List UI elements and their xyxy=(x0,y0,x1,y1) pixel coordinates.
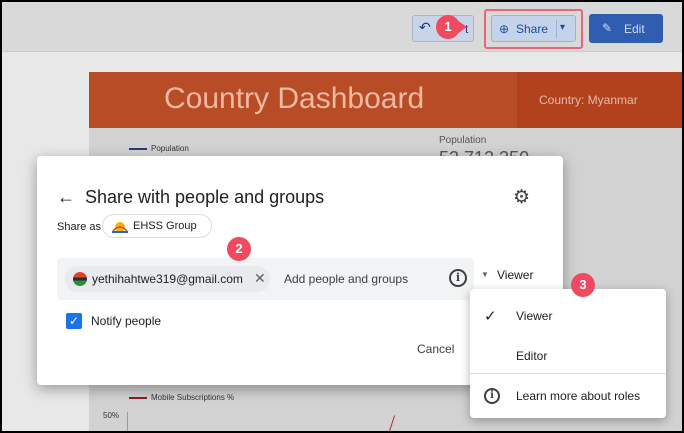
caret-down-icon: ▼ xyxy=(481,270,489,279)
population-legend: Population xyxy=(151,144,189,153)
role-select-value: Viewer xyxy=(497,268,534,282)
check-icon: ✓ xyxy=(484,308,497,325)
population-scorecard-label: Population xyxy=(439,135,487,146)
country-filter-label: Country: Myanmar xyxy=(539,93,638,107)
info-icon[interactable]: i xyxy=(449,269,467,287)
role-option-viewer[interactable]: ✓ Viewer xyxy=(470,297,666,335)
menu-divider xyxy=(470,373,666,374)
notify-checkbox[interactable]: ✓ xyxy=(66,313,82,329)
recipient-email: yethihahtwe319@gmail.com xyxy=(92,272,243,286)
role-select[interactable]: ▼ Viewer xyxy=(481,268,541,288)
population-legend-swatch xyxy=(129,148,147,150)
undo-icon: ↶ xyxy=(419,19,431,35)
step-badge-1: 1 xyxy=(436,15,460,39)
recipient-chip[interactable]: yethihahtwe319@gmail.com ✕ xyxy=(65,266,270,292)
notify-label: Notify people xyxy=(91,314,162,328)
info-icon: i xyxy=(484,388,500,404)
add-people-input[interactable] xyxy=(284,272,434,286)
mobile-chart-line xyxy=(387,415,396,431)
country-filter[interactable]: Country: Myanmar xyxy=(517,72,682,128)
share-as-label: Share as xyxy=(57,221,102,233)
step-badge-2: 2 xyxy=(227,237,251,261)
role-option-label: Editor xyxy=(516,349,548,363)
group-chip[interactable]: EHSS Group xyxy=(102,214,212,238)
avatar xyxy=(73,272,87,286)
close-icon[interactable]: ✕ xyxy=(254,270,266,287)
pencil-icon: ✎ xyxy=(602,21,613,35)
share-highlight-box xyxy=(484,9,583,49)
screenshot-frame: ↶ t ⊕ Share ▾ ✎ Edit 1 Country Dashboard… xyxy=(0,0,684,433)
group-logo-icon xyxy=(112,222,128,233)
role-option-editor[interactable]: Editor xyxy=(470,337,666,375)
dashboard-title: Country Dashboard xyxy=(164,82,425,115)
mobile-chart-axis xyxy=(127,412,128,431)
learn-more-link[interactable]: i Learn more about roles xyxy=(470,377,666,415)
mobile-legend-swatch xyxy=(129,397,147,399)
cancel-button[interactable]: Cancel xyxy=(417,342,454,356)
edit-button[interactable]: ✎ Edit xyxy=(589,14,663,43)
learn-more-label: Learn more about roles xyxy=(516,389,641,403)
people-input-box[interactable]: yethihahtwe319@gmail.com ✕ i xyxy=(57,258,474,300)
mobile-axis-tick: 50% xyxy=(103,411,120,420)
mobile-legend: Mobile Subscriptions % xyxy=(151,393,235,402)
gear-icon[interactable]: ⚙ xyxy=(513,186,530,209)
dialog-title: Share with people and groups xyxy=(85,187,325,207)
step-badge-3: 3 xyxy=(571,273,595,297)
group-name: EHSS Group xyxy=(133,220,197,232)
dashboard-header: Country Dashboard Country: Myanmar xyxy=(89,72,682,128)
back-arrow-icon[interactable]: ← xyxy=(57,187,75,208)
role-option-label: Viewer xyxy=(516,309,553,323)
top-toolbar: ↶ t ⊕ Share ▾ ✎ Edit xyxy=(2,2,682,52)
role-menu: ✓ Viewer Editor i Learn more about roles xyxy=(470,289,666,418)
edit-button-label: Edit xyxy=(624,22,645,36)
